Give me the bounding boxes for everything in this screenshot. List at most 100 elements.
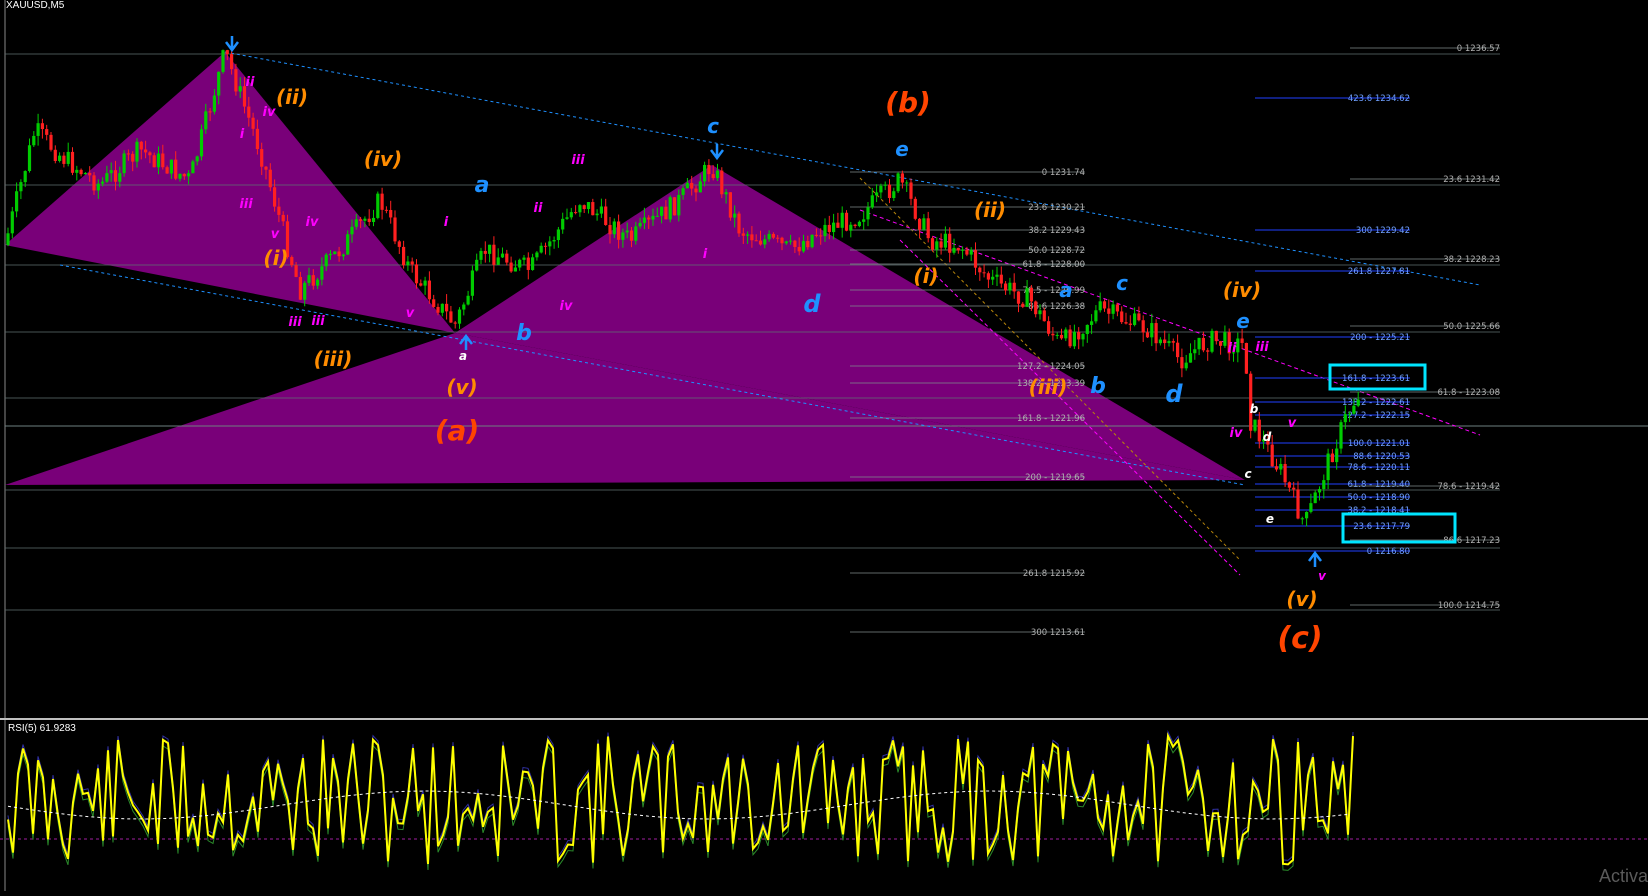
wave-label: c: [1244, 467, 1251, 481]
fib-label-mid: 23.6 1217.79: [1353, 522, 1410, 532]
candle-body: [268, 169, 272, 188]
candle-body: [1322, 480, 1326, 490]
candle-body: [1004, 283, 1008, 291]
candle-body: [307, 275, 311, 283]
candle-body: [660, 206, 664, 216]
candle-body: [23, 171, 27, 183]
candle-body: [707, 164, 711, 175]
candle-body: [1326, 453, 1330, 481]
candle-body: [496, 257, 500, 265]
candle-body: [797, 246, 801, 252]
wave-label: iii: [239, 197, 253, 212]
candle-body: [212, 95, 216, 112]
candle-body: [887, 184, 892, 199]
candle-body: [1279, 463, 1283, 470]
candle-body: [320, 266, 324, 280]
candle-body: [350, 226, 354, 235]
candle-body: [1339, 422, 1343, 449]
fib-label-mid: 78.6 - 1220.11: [1347, 463, 1410, 473]
candle-body: [419, 283, 423, 286]
candle-body: [165, 167, 169, 174]
fib-label-right: 0 1236.57: [1457, 44, 1500, 54]
rsi-canvas[interactable]: [0, 720, 1648, 891]
candle-body: [40, 123, 44, 130]
candle-body: [264, 166, 268, 170]
chart-canvas[interactable]: 0 1231.74 23.6 1230.21 38.2 1229.43 50.0 12…: [0, 0, 1648, 718]
candle-body: [1188, 353, 1193, 363]
rsi-indicator-panel[interactable]: RSI(5) 61.9283 Activa: [0, 718, 1648, 891]
candle-body: [642, 217, 646, 223]
candle-body: [1296, 489, 1300, 519]
candle-body: [823, 224, 827, 237]
candle-body: [793, 240, 797, 247]
candle-body: [333, 251, 337, 255]
candle-body: [414, 264, 419, 284]
candle-body: [531, 257, 535, 270]
candle-body: [1236, 338, 1240, 353]
candle-body: [427, 280, 431, 300]
candle-body: [178, 173, 182, 179]
candle-body: [741, 233, 745, 236]
fib-label-mid: 200 - 1225.21: [1350, 333, 1410, 343]
wave-label: d: [1263, 430, 1272, 444]
candle-body: [1176, 342, 1180, 358]
candle-body: [251, 117, 255, 129]
candle-body: [1098, 301, 1102, 311]
candle-body: [586, 202, 591, 210]
candle-body: [70, 151, 75, 173]
candle-body: [380, 193, 384, 210]
candle-body: [746, 234, 750, 236]
candle-body: [290, 257, 294, 266]
fib-label-mid: 61.8 - 1219.40: [1347, 480, 1410, 490]
wave-label: iv: [306, 215, 319, 230]
candle-body: [462, 304, 466, 310]
candle-body: [556, 229, 560, 241]
candle-body: [376, 193, 380, 218]
candle-body: [1051, 333, 1055, 336]
candle-body: [771, 233, 775, 238]
candle-body: [148, 152, 152, 156]
candle-body: [634, 226, 638, 241]
candle-body: [715, 170, 720, 179]
candle-body: [703, 164, 707, 182]
candle-body: [685, 182, 689, 189]
wave-label: (a): [435, 414, 480, 447]
candle-body: [569, 212, 573, 218]
candle-body: [199, 129, 204, 157]
activation-watermark: Activa: [1598, 866, 1648, 886]
candle-body: [1171, 341, 1175, 343]
candle-body: [1034, 301, 1038, 315]
candle-body: [500, 253, 505, 258]
candle-body: [870, 195, 874, 208]
candle-body: [1029, 287, 1033, 302]
candle-body: [1154, 323, 1158, 344]
candle-body: [948, 233, 952, 253]
fib-label-left: 300 1213.61: [1031, 628, 1085, 638]
fib-label-left: 127.2 - 1224.05: [1017, 362, 1085, 372]
candle-body: [664, 206, 668, 220]
candle-body: [1055, 334, 1059, 336]
candle-body: [445, 303, 449, 312]
fib-label-right: 50.0 1225.66: [1443, 322, 1500, 332]
candle-body: [857, 221, 861, 227]
wave-label: (iii): [1029, 375, 1068, 399]
candle-body: [488, 244, 492, 254]
candle-body: [552, 240, 556, 242]
candle-body: [698, 181, 702, 193]
candle-body: [926, 218, 930, 239]
candle-body: [784, 241, 788, 244]
wave-label: (v): [446, 375, 477, 399]
price-chart[interactable]: 0 1231.74 23.6 1230.21 38.2 1229.43 50.0 12…: [0, 0, 1648, 718]
candle-body: [862, 219, 866, 222]
wave-label: iv: [560, 299, 573, 314]
candle-body: [255, 128, 259, 150]
wave-label: (b): [885, 86, 931, 119]
candle-body: [1158, 339, 1162, 344]
candle-body: [1038, 310, 1042, 315]
candle-body: [1305, 511, 1309, 519]
candle-body: [543, 245, 548, 247]
candle-body: [668, 197, 672, 220]
wave-label: iii: [288, 315, 302, 330]
candle-body: [763, 239, 767, 245]
candle-body: [978, 267, 982, 273]
